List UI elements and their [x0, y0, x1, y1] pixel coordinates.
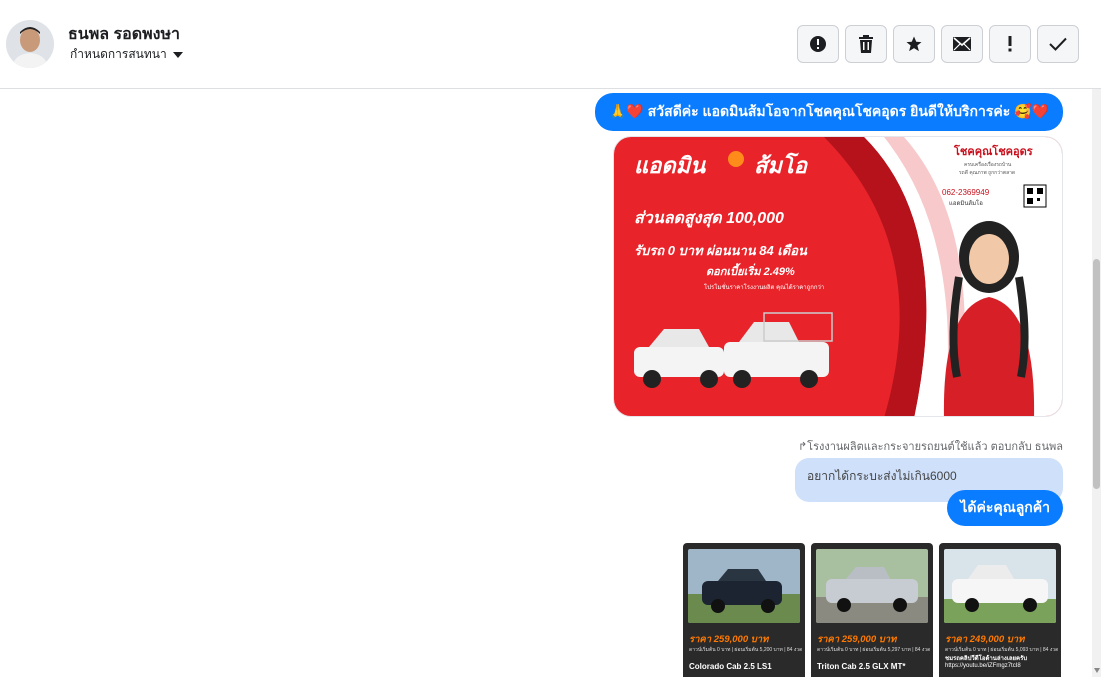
contact-avatar[interactable] — [6, 20, 54, 68]
reply-context-note: ↱โรงงานผลิตและกระจายรถยนต์ใช้แล้ว ตอบกลั… — [797, 441, 1063, 453]
reply-message[interactable]: ได้ค่ะคุณลูกค้า — [947, 490, 1063, 526]
greeting-message[interactable]: 🙏❤️ สวัสดีค่ะ แอดมินส้มโอจากโชคคุณโชคอุด… — [594, 93, 1063, 131]
promo-discount: ส่วนลดสูงสุด 100,000 — [634, 210, 784, 228]
car-model: Colorado Cab 2.5 LS1 — [689, 662, 772, 671]
promo-dealer-sub1: ครบเครื่องเรื่องรถบ้าน — [964, 161, 1012, 168]
car-card[interactable]: ราคา 259,000 บาท ดาวน์เริ่มต้น 0 บาท | ผ… — [811, 543, 933, 677]
car-card-gallery: ราคา 259,000 บาท ดาวน์เริ่มต้น 0 บาท | ผ… — [683, 543, 1061, 677]
mark-spam-button[interactable] — [797, 25, 839, 63]
star-icon — [906, 36, 922, 52]
promo-admin-name: ส้มโอ — [754, 152, 809, 178]
assign-label: กำหนดการสนทนา — [70, 47, 167, 61]
car-video-note: ชมรถคลิปวีดีโอด้านล่างเลยครับ — [945, 656, 1028, 662]
promo-interest: ดอกเบี้ยเริ่ม 2.49% — [706, 263, 795, 278]
contact-name[interactable]: ธนพล รอดพงษา — [68, 22, 180, 47]
car-finance: ดาวน์เริ่มต้น 0 บาท | ผ่อนเริ่มต้น 5,200… — [689, 647, 803, 653]
promo-down: รับรถ 0 บาท ผ่อนนาน 84 เดือน — [634, 243, 808, 258]
car-card[interactable]: ราคา 259,000 บาท ดาวน์เริ่มต้น 0 บาท | ผ… — [683, 543, 805, 677]
car-price: ราคา 259,000 บาท — [689, 634, 769, 645]
car-card[interactable]: ราคา 249,000 บาท ดาวน์เริ่มต้น 0 บาท | ผ… — [939, 543, 1061, 677]
check-icon — [1049, 37, 1067, 51]
trash-icon — [859, 35, 873, 53]
message-thread: 🙏❤️ สวัสดีค่ะ แอดมินส้มโอจากโชคคุณโชคอุด… — [0, 89, 1092, 677]
scroll-down-arrow-icon[interactable] — [1094, 668, 1100, 673]
car-photo — [688, 549, 800, 623]
assign-conversation-dropdown[interactable]: กำหนดการสนทนา — [70, 45, 183, 64]
follow-up-button[interactable] — [989, 25, 1031, 63]
promo-image[interactable]: แอดมิน ส้มโอ ส่วนลดสูงสุด 100,000 รับรถ … — [613, 136, 1063, 417]
chat-scrollbar[interactable] — [1092, 89, 1101, 677]
promo-dealer-sub2: รถดี คุณภาพ ถูกกว่าตลาด — [959, 169, 1015, 176]
scroll-thumb[interactable] — [1093, 259, 1100, 489]
car-finance: ดาวน์เริ่มต้น 0 บาท | ผ่อนเริ่มต้น 5,297… — [817, 647, 931, 653]
car-price: ราคา 249,000 บาท — [945, 634, 1025, 645]
alert-circle-icon — [810, 36, 826, 52]
promo-phone: 062-2369949 — [942, 188, 990, 197]
car-video-link[interactable]: https://youtu.be/iZFmgz7tcI8 — [945, 663, 1021, 669]
car-price: ราคา 259,000 บาท — [817, 634, 897, 645]
car-photo — [944, 549, 1056, 623]
car-photo — [816, 549, 928, 623]
envelope-icon — [953, 37, 971, 51]
star-button[interactable] — [893, 25, 935, 63]
caret-down-icon — [172, 51, 183, 58]
exclamation-icon — [1008, 36, 1012, 52]
conversation-header: ธนพล รอดพงษา กำหนดการสนทนา — [0, 0, 1101, 89]
promo-dealer: โชคคุณโชคอุดร — [953, 144, 1033, 159]
mark-unread-button[interactable] — [941, 25, 983, 63]
mark-done-button[interactable] — [1037, 25, 1079, 63]
delete-button[interactable] — [845, 25, 887, 63]
car-model: Triton Cab 2.5 GLX MT* — [817, 662, 906, 671]
promo-fine-print: โปรโมชั่นราคาโรงงานผลิต คุณได้ราคาถูกกว่… — [704, 283, 824, 291]
promo-phone-label: แอดมินส้มโอ — [949, 199, 983, 207]
promo-admin-label: แอดมิน — [634, 153, 706, 178]
